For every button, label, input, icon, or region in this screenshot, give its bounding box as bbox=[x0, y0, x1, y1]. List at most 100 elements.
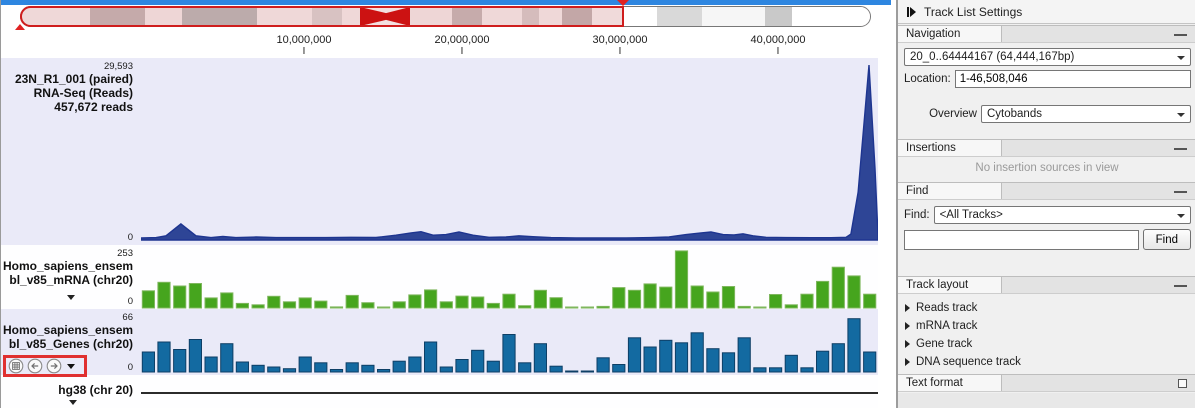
location-row: Location: bbox=[904, 70, 1191, 88]
nav-buttons-menu-icon[interactable] bbox=[67, 364, 75, 369]
reads-track-name: 23N_R1_001 (paired) bbox=[3, 72, 133, 86]
ruler-tick: 10,000,000 bbox=[276, 34, 331, 54]
cytoband bbox=[410, 7, 452, 26]
mrna-track-min: 0 bbox=[128, 296, 133, 307]
find-scope-row: Find: <All Tracks> bbox=[904, 206, 1191, 224]
mrna-track-row: 253 Homo_sapiens_ensem bl_v85_mRNA (chr2… bbox=[1, 245, 878, 309]
sequence-track-name: hg38 (chr 20) bbox=[3, 383, 133, 397]
open-table-button[interactable] bbox=[8, 358, 24, 374]
ruler-tick-label: 20,000,000 bbox=[434, 34, 489, 46]
cytoband bbox=[312, 7, 342, 26]
collapse-section-icon[interactable] bbox=[1174, 34, 1187, 36]
selection-end-marker-icon[interactable] bbox=[617, 0, 629, 6]
gene-track-name2: bl_v85_Genes (chr20) bbox=[3, 337, 133, 351]
collapse-panel-icon[interactable] bbox=[907, 7, 916, 17]
chevron-down-icon bbox=[1177, 113, 1185, 117]
ruler[interactable]: 10,000,000 20,000,000 30,000,000 40,000,000 bbox=[1, 30, 896, 58]
chevron-down-icon bbox=[1177, 56, 1185, 60]
track-display-area: 10,000,000 20,000,000 30,000,000 40,000,000… bbox=[1, 0, 896, 408]
mrna-track-menu-icon[interactable] bbox=[67, 295, 75, 300]
chromosome-ideogram[interactable] bbox=[20, 6, 871, 27]
previous-element-button[interactable] bbox=[27, 358, 43, 374]
dna-sequence-line[interactable] bbox=[141, 392, 878, 394]
track-layout-item-reads-track[interactable]: Reads track bbox=[898, 299, 1195, 317]
gene-density-chart[interactable] bbox=[141, 309, 878, 375]
cytoband bbox=[182, 7, 257, 26]
sequence-track-label[interactable]: hg38 (chr 20) bbox=[1, 375, 141, 408]
overview-value: Cytobands bbox=[987, 108, 1042, 120]
cytoband bbox=[562, 7, 592, 26]
expand-arrow-icon[interactable] bbox=[905, 322, 910, 330]
insertions-section-label: Insertions bbox=[898, 140, 1002, 156]
track-nav-buttons-highlight bbox=[3, 355, 87, 377]
mrna-track-max: 253 bbox=[3, 248, 133, 259]
cytoband bbox=[657, 7, 702, 26]
centromere-band bbox=[360, 7, 386, 26]
find-input[interactable] bbox=[904, 230, 1139, 250]
find-section-label: Find bbox=[898, 183, 1002, 199]
expand-arrow-icon[interactable] bbox=[905, 340, 910, 348]
collapse-section-icon[interactable] bbox=[1174, 285, 1187, 287]
insertions-empty-text: No insertion sources in view bbox=[898, 162, 1195, 174]
sequence-track-row: hg38 (chr 20) bbox=[1, 375, 878, 408]
ruler-tick-label: 40,000,000 bbox=[750, 34, 805, 46]
ruler-tick-mark bbox=[620, 47, 621, 54]
ruler-tick-mark bbox=[462, 47, 463, 54]
reads-track-name2: RNA-Seq (Reads) bbox=[3, 86, 133, 100]
ruler-tick-label: 10,000,000 bbox=[276, 34, 331, 46]
find-button[interactable]: Find bbox=[1143, 229, 1191, 250]
reads-track-label[interactable]: 29,593 23N_R1_001 (paired) RNA-Seq (Read… bbox=[1, 58, 141, 245]
section-header-insertions[interactable]: Insertions bbox=[898, 139, 1195, 157]
track-list-settings-panel: Track List Settings Navigation 20_0..644… bbox=[896, 0, 1195, 408]
expand-section-icon[interactable] bbox=[1178, 379, 1187, 388]
reads-track-max: 29,593 bbox=[3, 61, 133, 72]
sequence-track-menu-icon[interactable] bbox=[69, 400, 77, 405]
chromosome-range-value: 20_0..64444167 (64,444,167bp) bbox=[910, 51, 1074, 63]
collapse-section-icon[interactable] bbox=[1174, 191, 1187, 193]
track-layout-item-mrna-track[interactable]: mRNA track bbox=[898, 317, 1195, 335]
location-label: Location: bbox=[904, 73, 951, 85]
location-input[interactable] bbox=[955, 70, 1191, 88]
ruler-tick-mark bbox=[778, 47, 779, 54]
cytoband bbox=[765, 7, 792, 26]
track-layout-item-gene-track[interactable]: Gene track bbox=[898, 335, 1195, 353]
centromere-band bbox=[386, 7, 410, 26]
section-header-find[interactable]: Find bbox=[898, 182, 1195, 200]
gene-track-name: Homo_sapiens_ensem bbox=[3, 323, 133, 337]
mrna-track-name: Homo_sapiens_ensem bbox=[3, 259, 133, 273]
find-scope-dropdown[interactable]: <All Tracks> bbox=[934, 206, 1191, 224]
overview-label: Overview bbox=[929, 108, 977, 120]
navigation-section-label: Navigation bbox=[898, 26, 1002, 42]
sidebar-footer bbox=[898, 393, 1195, 408]
cytoband bbox=[90, 7, 145, 26]
section-header-text-format[interactable]: Text format bbox=[898, 374, 1195, 392]
overview-dropdown[interactable]: Cytobands bbox=[981, 105, 1191, 123]
chromosome-range-dropdown[interactable]: 20_0..64444167 (64,444,167bp) bbox=[904, 48, 1191, 66]
ruler-tick: 30,000,000 bbox=[592, 34, 647, 54]
next-element-button[interactable] bbox=[46, 358, 62, 374]
settings-panel-title: Track List Settings bbox=[924, 5, 1022, 19]
text-format-section-label: Text format bbox=[898, 375, 1002, 391]
reads-track-count: 457,672 reads bbox=[3, 100, 133, 114]
cytoband bbox=[342, 7, 360, 26]
mrna-track-label[interactable]: 253 Homo_sapiens_ensem bl_v85_mRNA (chr2… bbox=[1, 245, 141, 309]
expand-arrow-icon[interactable] bbox=[905, 358, 910, 366]
section-header-navigation[interactable]: Navigation bbox=[898, 25, 1195, 43]
cytoband bbox=[702, 7, 765, 26]
find-scope-value: <All Tracks> bbox=[940, 209, 1003, 221]
gene-track-row: 66 Homo_sapiens_ensem bl_v85_Genes (chr2… bbox=[1, 309, 878, 375]
track-layout-item-label: mRNA track bbox=[916, 320, 977, 332]
find-input-row: Find bbox=[904, 229, 1191, 250]
mrna-track-name2: bl_v85_mRNA (chr20) bbox=[3, 273, 133, 287]
track-layout-section-label: Track layout bbox=[898, 277, 1002, 293]
cytoband bbox=[21, 7, 90, 26]
cytoband bbox=[624, 7, 657, 26]
track-layout-item-dna-sequence-track[interactable]: DNA sequence track bbox=[898, 353, 1195, 371]
gene-track-min: 0 bbox=[128, 362, 133, 373]
active-view-accent-bar bbox=[1, 0, 891, 5]
mrna-density-chart[interactable] bbox=[141, 245, 878, 309]
collapse-section-icon[interactable] bbox=[1174, 148, 1187, 150]
expand-arrow-icon[interactable] bbox=[905, 304, 910, 312]
section-header-track-layout[interactable]: Track layout bbox=[898, 276, 1195, 294]
reads-coverage-chart[interactable] bbox=[141, 58, 878, 245]
